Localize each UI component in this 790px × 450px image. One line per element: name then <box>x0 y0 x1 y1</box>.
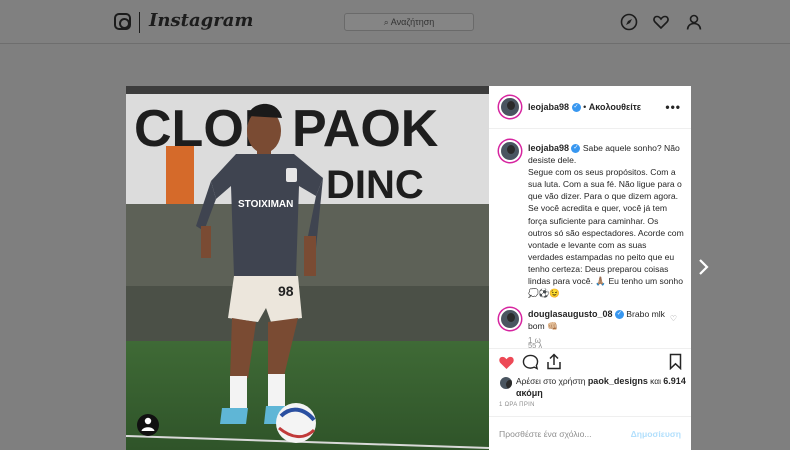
caption-username[interactable]: leojaba98 <box>528 143 569 153</box>
post-timestamp: 1 ΩΡΑ ΠΡΙΝ <box>499 402 535 408</box>
caption-avatar[interactable] <box>499 140 521 162</box>
author-avatar[interactable] <box>499 96 521 118</box>
add-comment-bar: Δημοσίευση <box>489 416 691 450</box>
share-icon[interactable] <box>546 353 562 370</box>
commenter-username[interactable]: douglasaugusto_08 <box>528 309 613 319</box>
like-heart-icon[interactable] <box>498 354 515 370</box>
comment-icon[interactable] <box>522 354 539 370</box>
caption-verified-icon: ✓ <box>571 144 581 154</box>
logo-divider <box>139 12 140 33</box>
instagram-camera-icon[interactable] <box>114 13 131 30</box>
post-photo[interactable]: CLOP PAOK DINC STOIXIMAN 98 <box>126 86 489 450</box>
post-side-panel: leojaba98 ✓ • Ακολουθείτε ••• leojaba98 … <box>489 86 691 450</box>
likes-prefix: Αρέσει στο χρήστη <box>516 376 586 386</box>
following-button[interactable]: Ακολουθείτε <box>589 102 641 112</box>
likes-middle: και <box>650 376 661 386</box>
likes-section: Αρέσει στο χρήστη paok_designs και 6.914… <box>489 376 691 416</box>
next-post-arrow-icon[interactable] <box>697 258 711 276</box>
post-actions-bar <box>489 348 691 376</box>
comment-like-icon[interactable]: ♡ <box>670 314 677 323</box>
likes-text: Αρέσει στο χρήστη paok_designs και 6.914… <box>516 376 686 399</box>
heart-icon[interactable] <box>652 13 670 31</box>
caption-text: Sabe aquele sonho? Não desiste dele. Seg… <box>528 143 684 299</box>
comment-item: douglasaugusto_08 ✓ Brabo mlk bom 👊🏼 ♡ 5… <box>489 308 691 350</box>
verified-badge-icon: ✓ <box>571 103 581 113</box>
bookmark-icon[interactable] <box>669 353 682 370</box>
author-username[interactable]: leojaba98 <box>528 102 569 112</box>
more-options-icon[interactable]: ••• <box>665 100 681 114</box>
instagram-logo-text[interactable]: Instagram <box>149 10 253 31</box>
compass-icon[interactable] <box>620 13 638 31</box>
liker-username[interactable]: paok_designs <box>588 376 648 386</box>
comment-body: douglasaugusto_08 ✓ Brabo mlk bom 👊🏼 <box>528 308 668 332</box>
search-input[interactable]: ⌕ Αναζήτηση <box>344 13 474 31</box>
top-navbar: Instagram ⌕ Αναζήτηση <box>0 0 790 44</box>
football-player-photo: CLOP PAOK DINC STOIXIMAN 98 <box>126 86 489 450</box>
banner-text-2: DINC <box>326 163 424 207</box>
sponsor-text: STOIXIMAN <box>238 199 293 210</box>
caption-body: leojaba98 ✓ Sabe aquele sonho? Não desis… <box>528 142 684 299</box>
shorts-number: 98 <box>278 283 294 299</box>
post-header: leojaba98 ✓ • Ακολουθείτε ••• <box>489 86 691 129</box>
comment-input[interactable] <box>499 426 619 442</box>
separator-dot: • <box>583 102 587 112</box>
liker-avatar[interactable] <box>499 376 513 390</box>
profile-icon[interactable] <box>685 13 703 31</box>
search-icon: ⌕ <box>383 17 391 27</box>
post-comment-button[interactable]: Δημοσίευση <box>631 429 681 439</box>
author-line: leojaba98 ✓ • Ακολουθείτε <box>528 102 641 113</box>
commenter-avatar[interactable] <box>499 308 521 330</box>
commenter-verified-icon: ✓ <box>614 310 624 320</box>
search-placeholder: Αναζήτηση <box>390 17 435 27</box>
